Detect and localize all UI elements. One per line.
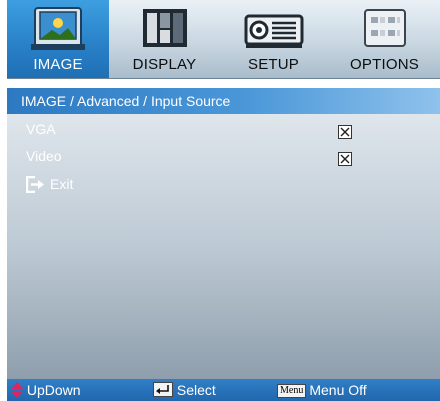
tab-label: OPTIONS [350,56,419,73]
tab-options[interactable]: OPTIONS [329,0,440,78]
image-icon [30,6,86,56]
tab-label: IMAGE [33,56,83,73]
menu-panel: VGA Video Exit [7,114,440,379]
osd-menu: IMAGE DISPLAY SETUP OPTIONS IMAGE / Adva… [7,0,440,401]
menu-off-label: Menu Off [309,382,367,398]
menu-item-exit[interactable]: Exit [7,172,440,196]
footer-bar: UpDown Select Menu Menu Off [7,379,440,401]
tab-bar: IMAGE DISPLAY SETUP OPTIONS [7,0,440,79]
display-icon [139,6,191,56]
exit-icon [25,175,46,200]
exit-label: Exit [50,176,74,192]
tab-label: DISPLAY [132,56,197,73]
footer-select: Select [153,379,216,401]
checkbox-icon[interactable] [338,149,352,166]
menu-item-vga[interactable]: VGA [7,117,440,141]
projector-icon [242,6,306,56]
checkbox-icon[interactable] [338,122,352,139]
footer-menu-off: Menu Menu Off [277,379,367,401]
menu-item-label: Video [26,148,62,164]
menu-key-icon: Menu [277,384,307,399]
select-label: Select [176,382,216,398]
tab-setup[interactable]: SETUP [220,0,327,78]
enter-key-icon [153,382,173,397]
menu-item-video[interactable]: Video [7,144,440,168]
footer-updown: UpDown [11,379,81,401]
tab-image[interactable]: IMAGE [7,0,109,78]
updown-label: UpDown [26,382,81,398]
tab-display[interactable]: DISPLAY [111,0,218,78]
menu-item-label: VGA [26,121,56,137]
options-icon [359,6,411,56]
breadcrumb: IMAGE / Advanced / Input Source [7,88,440,114]
updown-arrow-icon [11,382,23,398]
tab-label: SETUP [247,56,299,73]
